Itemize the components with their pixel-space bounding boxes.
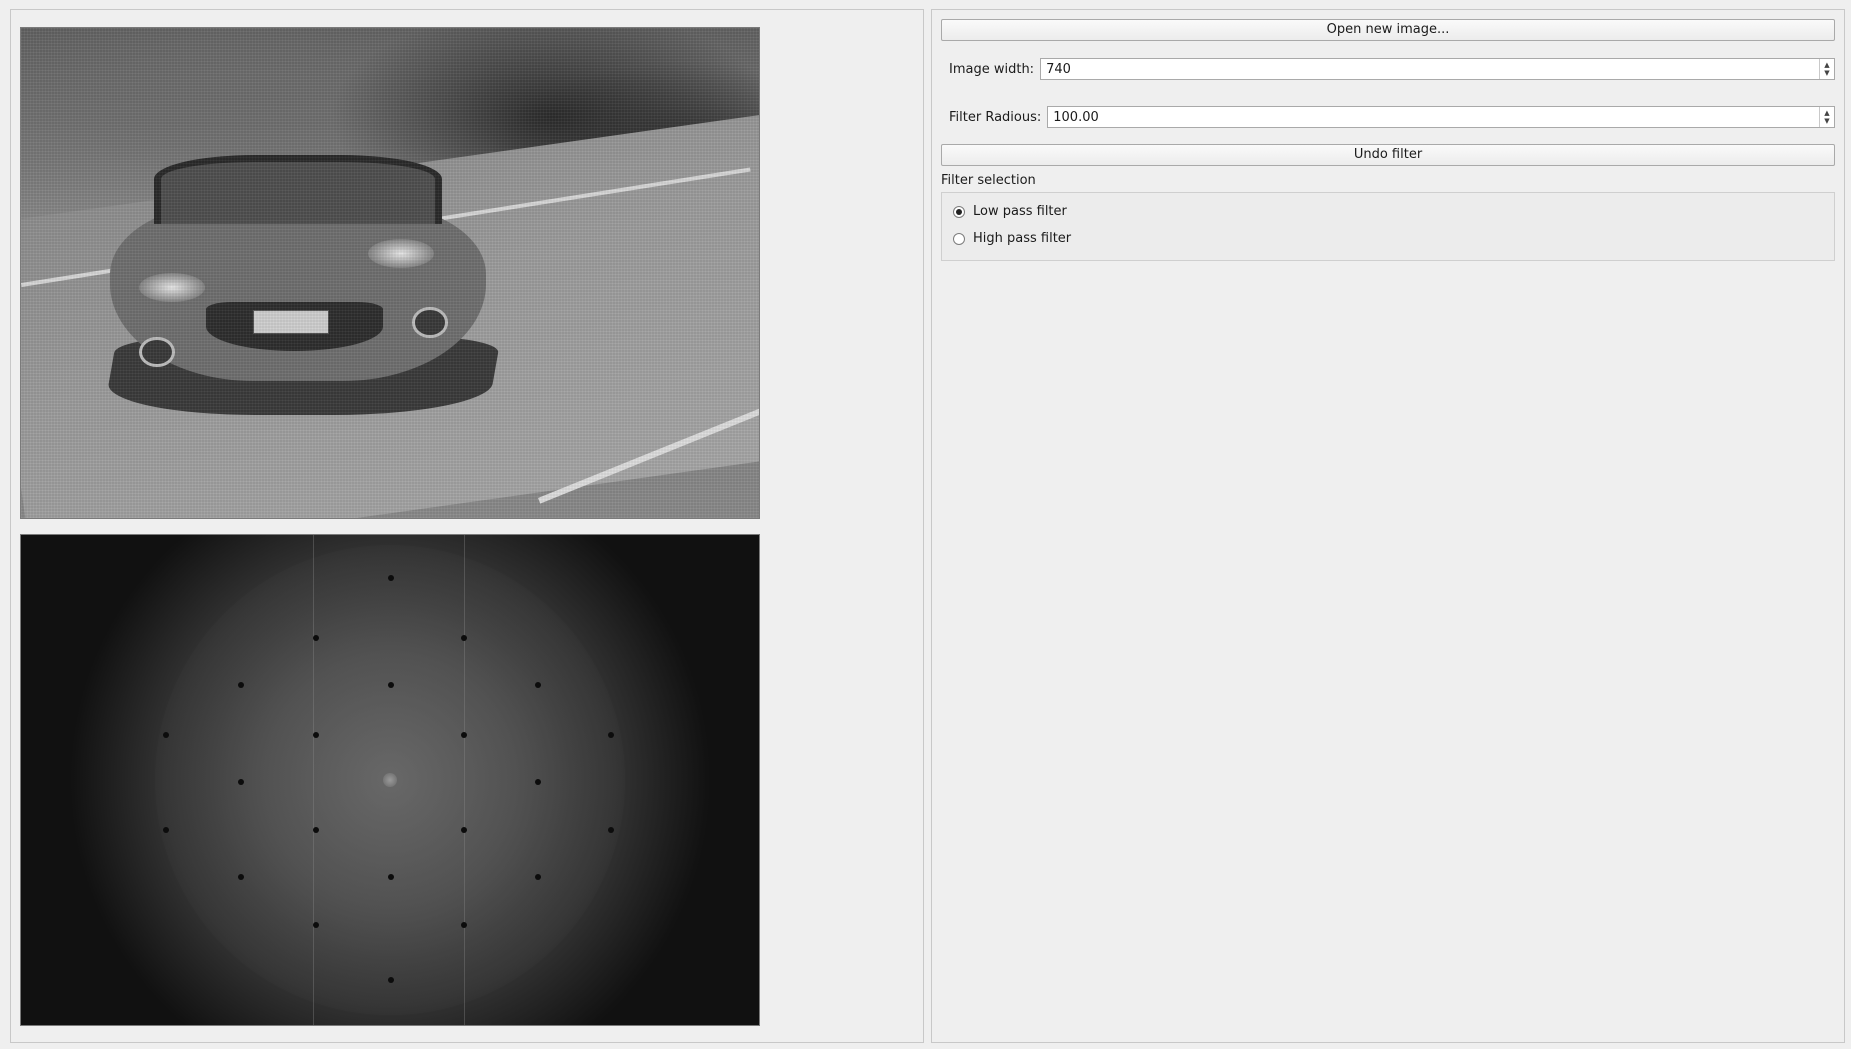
filter-selection-title: Filter selection xyxy=(941,173,1036,188)
high-pass-radio[interactable] xyxy=(953,232,965,245)
high-pass-option[interactable]: High pass filter xyxy=(953,231,1071,246)
spectrum-spot xyxy=(388,682,394,688)
car-photo xyxy=(21,28,759,518)
filter-radius-spinbox[interactable]: 100.00 ▲ ▼ xyxy=(1047,106,1835,128)
filter-radius-label: Filter Radious: xyxy=(949,109,1042,125)
spin-down-icon[interactable]: ▼ xyxy=(1824,117,1829,125)
spectrum-spot xyxy=(388,575,394,581)
filter-selection-group: Low pass filter High pass filter xyxy=(941,192,1835,261)
spectrum-spot xyxy=(238,682,244,688)
spectrum-spot xyxy=(313,732,319,738)
spectrum-spot xyxy=(238,779,244,785)
image-noise-overlay xyxy=(21,28,759,518)
high-pass-label[interactable]: High pass filter xyxy=(973,231,1071,246)
image-width-value[interactable]: 740 xyxy=(1041,62,1819,77)
filter-radius-row: Filter Radious: 100.00 ▲ ▼ xyxy=(941,105,1835,129)
spectrum-spot xyxy=(238,874,244,880)
spectrum-line xyxy=(464,535,465,1025)
spectrum-spot xyxy=(535,779,541,785)
spectrum-spot xyxy=(461,635,467,641)
spectrum-spot xyxy=(163,732,169,738)
spectrum-spot xyxy=(313,635,319,641)
undo-filter-button[interactable]: Undo filter xyxy=(941,144,1835,166)
spin-up-icon[interactable]: ▲ xyxy=(1824,61,1829,69)
spectrum-spot xyxy=(535,682,541,688)
spin-up-icon[interactable]: ▲ xyxy=(1824,109,1829,117)
spectrum-spot xyxy=(461,827,467,833)
spectrum-view xyxy=(20,534,760,1026)
low-pass-radio[interactable] xyxy=(953,205,965,218)
spectrum-spot xyxy=(163,827,169,833)
fourier-spectrum xyxy=(21,535,759,1025)
spectrum-spot xyxy=(535,874,541,880)
spin-down-icon[interactable]: ▼ xyxy=(1824,69,1829,77)
spectrum-spot xyxy=(461,922,467,928)
spectrum-spot xyxy=(388,977,394,983)
low-pass-option[interactable]: Low pass filter xyxy=(953,204,1067,219)
spectrum-spot xyxy=(461,732,467,738)
image-panel xyxy=(10,9,924,1043)
image-width-row: Image width: 740 ▲ ▼ xyxy=(941,57,1835,81)
spectrum-dc-component xyxy=(383,773,397,787)
spectrum-spot xyxy=(608,732,614,738)
spectrum-spot xyxy=(313,922,319,928)
filter-radius-stepper[interactable]: ▲ ▼ xyxy=(1819,107,1834,127)
image-width-spinbox[interactable]: 740 ▲ ▼ xyxy=(1040,58,1835,80)
filtered-image-view xyxy=(20,27,760,519)
spectrum-spot xyxy=(388,874,394,880)
spectrum-spot xyxy=(313,827,319,833)
spectrum-spot xyxy=(608,827,614,833)
image-width-stepper[interactable]: ▲ ▼ xyxy=(1819,59,1834,79)
image-width-label: Image width: xyxy=(949,61,1035,77)
spectrum-line xyxy=(313,535,314,1025)
open-image-button[interactable]: Open new image... xyxy=(941,19,1835,41)
low-pass-label[interactable]: Low pass filter xyxy=(973,204,1067,219)
controls-panel: Open new image... Image width: 740 ▲ ▼ F… xyxy=(931,9,1845,1043)
filter-radius-value[interactable]: 100.00 xyxy=(1048,110,1819,125)
